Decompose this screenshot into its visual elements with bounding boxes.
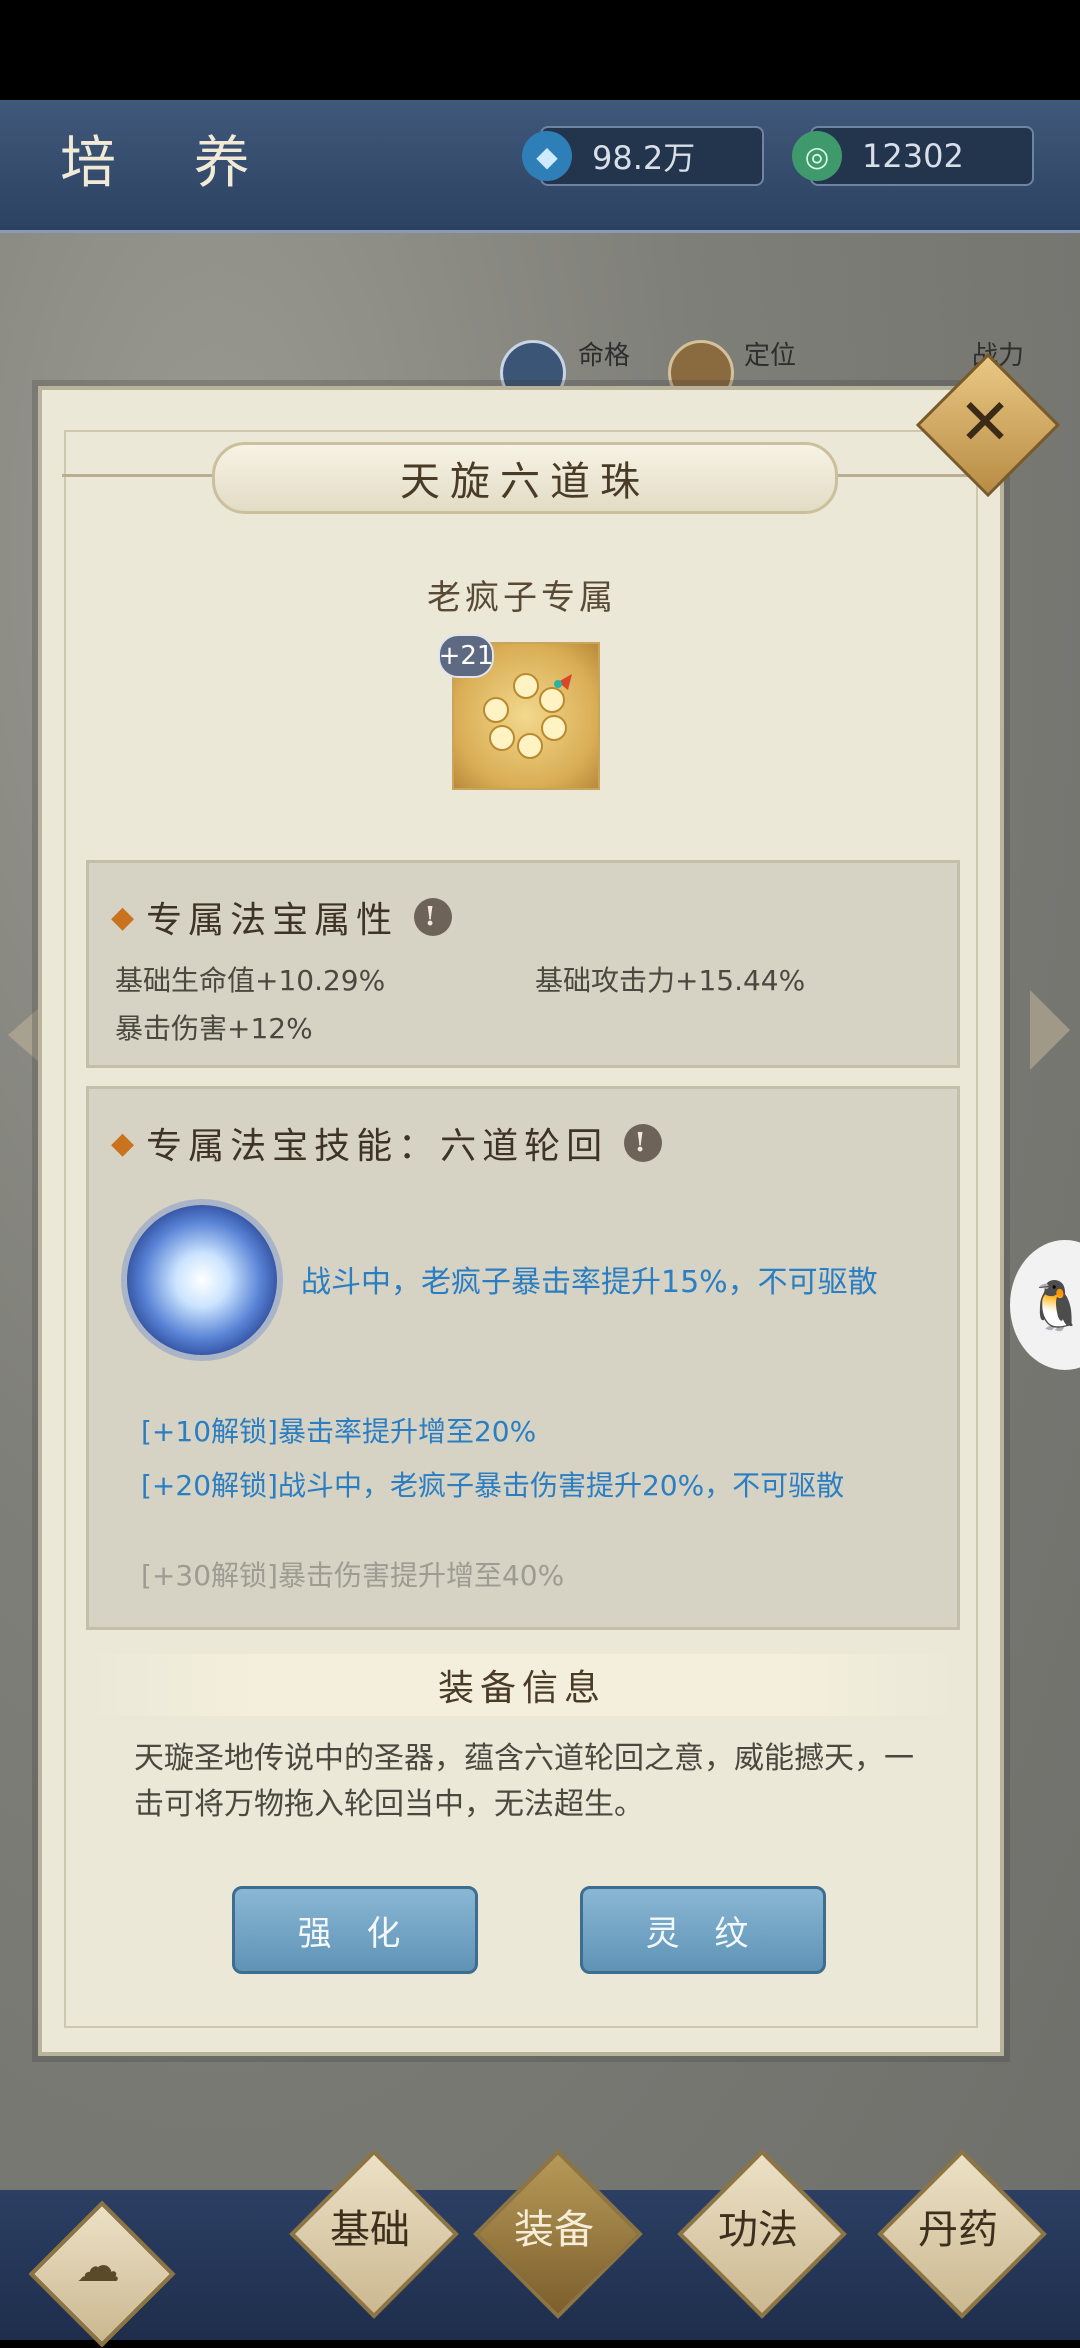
bead-necklace-icon [483,673,572,759]
tab-basic-label: 基础 [330,2207,410,2253]
skill-description: 战斗中，老疯子暴击率提升15%，不可驱散 [301,1265,878,1300]
status-bar [0,0,1080,100]
skill-heading: ◆ 专属法宝技能：六道轮回 ! [111,1117,663,1169]
title-divider-right [832,474,982,477]
tab-basic[interactable]: 基础 [289,2149,459,2319]
dialog-title: 天旋六道珠 [212,442,838,514]
currency-jade[interactable]: ◎ 12302 [792,126,1034,186]
enhance-button[interactable]: 强 化 [232,1886,478,1974]
close-icon[interactable]: ✕ [942,380,1028,466]
crystal-icon: ◆ [522,131,572,181]
tab-elixir-label: 丹药 [918,2207,998,2253]
unlock-tier-10: [+10解锁]暴击率提升增至20% [141,1415,537,1448]
exclusive-owner-label: 老疯子专属 [427,578,617,618]
attr-hp: 基础生命值+10.29% [115,964,386,997]
tab-elixir[interactable]: 丹药 [877,2149,1047,2319]
info-icon[interactable]: ! [414,898,453,936]
title-divider-left [62,474,212,477]
jade-icon: ◎ [792,131,842,181]
rune-button[interactable]: 灵 纹 [580,1886,826,1974]
info-icon[interactable]: ! [624,1124,663,1162]
exclusive-attributes-panel: ◆ 专属法宝属性 ! 基础生命值+10.29% 基础攻击力+15.44% 暴击伤… [86,860,960,1068]
attr-crit-dmg: 暴击伤害+12% [115,1012,313,1045]
skill-orb-icon[interactable] [121,1199,283,1361]
attributes-title: 专属法宝属性 [146,900,399,941]
currency-crystal-value: 98.2万 [592,139,696,177]
tab-equipment[interactable]: 装备 [473,2149,643,2319]
unlock-tier-30: [+30解锁]暴击伤害提升增至40% [141,1559,565,1592]
diamond-bullet-icon: ◆ [111,1125,141,1161]
unlock-tier-20: [+20解锁]战斗中，老疯子暴击伤害提升20%，不可驱散 [141,1469,845,1502]
tab-technique-label: 功法 [718,2207,798,2253]
tab-technique[interactable]: 功法 [677,2149,847,2319]
fate-label: 命格 [578,341,631,371]
equipment-info-heading: 装备信息 [82,1654,962,1716]
currency-jade-value: 12302 [862,137,964,175]
diamond-bullet-icon: ◆ [111,899,141,935]
exclusive-skill-panel: ◆ 专属法宝技能：六道轮回 ! 战斗中，老疯子暴击率提升15%，不可驱散 [+1… [86,1086,960,1630]
tab-equipment-label: 装备 [514,2207,594,2253]
skill-title: 专属法宝技能：六道轮回 [146,1126,609,1167]
attributes-heading: ◆ 专属法宝属性 ! [111,891,453,943]
page-title: 培 养 [60,131,280,196]
equipment-info-text: 天璇圣地传说中的圣器，蕴含六道轮回之意，威能撼天，一击可将万物拖入轮回当中，无法… [134,1741,914,1822]
item-level-badge: +21 [438,634,494,678]
item-detail-dialog: 天旋六道珠 ✕ 老疯子专属 +21 ◆ 专属法宝属性 ! 基础生命值+10.29… [38,352,1061,2056]
attr-atk: 基础攻击力+15.44% [535,964,806,997]
currency-crystal[interactable]: ◆ 98.2万 [522,126,764,186]
cloud-swirl-icon[interactable]: ☁ [68,2236,128,2296]
role-label: 定位 [744,341,797,371]
